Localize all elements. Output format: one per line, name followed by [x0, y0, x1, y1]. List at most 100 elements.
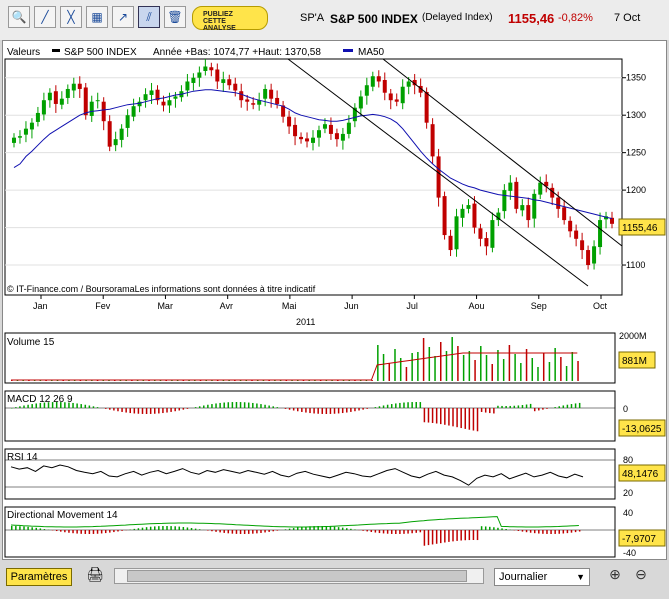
- macd-bar: [427, 408, 430, 423]
- dm-bar: [542, 530, 544, 534]
- macd-bar: [578, 402, 581, 408]
- candle-body: [269, 89, 274, 99]
- candle-body: [35, 112, 40, 122]
- dm-bar: [562, 530, 565, 534]
- candle-body: [29, 122, 34, 130]
- chart-canvas[interactable]: 11001200125013001350 Jan Fev Mar Avr Mai Jun J…: [3, 41, 668, 561]
- dm-bar: [256, 530, 258, 534]
- volume-bar: [480, 346, 482, 381]
- candle-body: [598, 220, 603, 248]
- macd-bar: [350, 408, 352, 412]
- candle-body: [364, 85, 369, 96]
- scrollbar-thumb[interactable]: [127, 570, 467, 582]
- macd-bar: [211, 404, 213, 408]
- candle-body: [466, 205, 471, 209]
- macd-bar: [395, 403, 397, 408]
- macd-bar: [386, 404, 389, 408]
- dm-bar: [207, 530, 209, 531]
- dm-bar: [178, 526, 181, 530]
- candle-body: [119, 128, 124, 140]
- macd-bar: [23, 405, 25, 408]
- dm-bar: [497, 527, 499, 530]
- volume-bar: [571, 352, 574, 381]
- macd-bar: [162, 408, 164, 414]
- candle-body: [508, 182, 513, 191]
- dm-bar: [64, 530, 66, 533]
- print-icon[interactable]: 🖨: [84, 566, 106, 586]
- dm-bar: [538, 530, 540, 534]
- macd-bar: [129, 408, 131, 414]
- macd-bar: [346, 408, 348, 413]
- legend-values-label: Valeurs: [7, 47, 40, 58]
- candle-body: [322, 124, 327, 129]
- dm-bar: [15, 526, 17, 530]
- draw-segment-icon[interactable]: ╳: [60, 6, 82, 28]
- candle-body: [293, 124, 298, 137]
- candle-body: [17, 136, 22, 138]
- candle-body: [478, 228, 483, 239]
- trash-icon[interactable]: 🗑: [164, 6, 186, 28]
- volume-bar: [451, 337, 453, 381]
- volume-bar: [548, 362, 551, 381]
- macd-bar: [15, 407, 17, 408]
- volume-bar: [394, 349, 396, 381]
- symbol-code: SP'A: [300, 12, 325, 24]
- dm-bar: [260, 530, 262, 533]
- candle-body: [382, 79, 387, 93]
- candle-body: [502, 190, 507, 212]
- candle-body: [311, 137, 315, 143]
- dm-bar: [137, 528, 140, 530]
- period-select-value: Journalier: [499, 571, 548, 583]
- draw-line-icon[interactable]: ╱: [34, 6, 56, 28]
- macd-bar: [390, 404, 393, 408]
- macd-bar: [288, 408, 291, 410]
- dm-bar: [100, 530, 103, 534]
- zoom-in-icon[interactable]: ⊕: [604, 566, 626, 586]
- dm-bar: [211, 530, 213, 532]
- macd-bar: [264, 404, 266, 408]
- candle-body: [77, 83, 82, 89]
- dm-bar: [468, 530, 471, 541]
- macd-bar: [558, 406, 560, 408]
- candle-body: [592, 246, 597, 264]
- macd-bar: [96, 407, 99, 408]
- macd-bar: [480, 408, 483, 412]
- macd-bar: [268, 405, 270, 408]
- dm-bar: [276, 530, 279, 531]
- macd-bar: [440, 408, 442, 425]
- candle-body: [436, 156, 441, 198]
- publish-analysis-button[interactable]: PUBLIEZ CETTE ANALYSE: [192, 6, 268, 32]
- candle-body: [47, 92, 52, 101]
- candle-body: [233, 83, 238, 91]
- zoom-out-icon[interactable]: ⊖: [630, 566, 652, 586]
- candle-body: [23, 128, 28, 135]
- candle-body: [394, 99, 399, 102]
- dm-bar: [149, 526, 152, 530]
- zoom-tool-icon[interactable]: 🔍: [8, 6, 30, 28]
- indicator-icon[interactable]: ▦: [86, 6, 108, 28]
- candle-body: [340, 133, 345, 141]
- candle-body: [586, 250, 591, 266]
- volume-bar: [502, 359, 505, 381]
- chevron-down-icon: ▼: [576, 572, 585, 582]
- channel-icon[interactable]: ⫽: [138, 6, 160, 28]
- period-select[interactable]: Journalier ▼: [494, 568, 590, 586]
- parameters-button[interactable]: Paramètres: [6, 568, 72, 586]
- horizontal-scrollbar[interactable]: [114, 568, 484, 584]
- last-price: 1155,46: [508, 11, 555, 26]
- macd-bar: [476, 408, 479, 432]
- month-label: Aou: [469, 301, 485, 311]
- macd-bar: [31, 404, 33, 408]
- candle-body: [227, 79, 232, 86]
- macd-bar: [378, 406, 381, 408]
- candle-body: [263, 88, 268, 99]
- dm-bar: [550, 530, 552, 534]
- candle-body: [95, 100, 100, 102]
- rsi-tick-20: 20: [623, 488, 633, 498]
- candle-body: [388, 93, 393, 101]
- chart-panel[interactable]: 1100 1200 1250 1300 1350 Jan Fev Mar Avr Mai Jun J…: [2, 40, 667, 560]
- candle-body: [448, 235, 453, 251]
- trend-icon[interactable]: ↗: [112, 6, 134, 28]
- macd-plot-area: [4, 390, 616, 442]
- dm-bar: [292, 528, 295, 530]
